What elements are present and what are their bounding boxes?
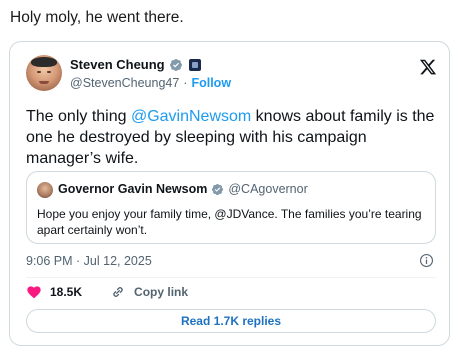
author-avatar[interactable]	[26, 55, 62, 91]
tweet-text-part: The only thing	[26, 108, 131, 125]
verified-badge-icon	[169, 58, 182, 71]
tweet-timestamp[interactable]: 9:06 PM · Jul 12, 2025	[26, 254, 152, 268]
verified-badge-icon	[212, 183, 224, 195]
like-button[interactable]: 18.5K	[26, 284, 82, 300]
quoted-author-name: Governor Gavin Newsom	[58, 182, 208, 196]
divider	[26, 277, 436, 278]
separator-dot: ·	[183, 76, 188, 90]
author-name[interactable]: Steven Cheung	[70, 57, 165, 72]
tweet-text: The only thing @GavinNewsom knows about …	[26, 106, 436, 169]
copy-link-label: Copy link	[134, 285, 189, 299]
post-intro-text: Holy moly, he went there.	[10, 9, 184, 26]
link-icon	[113, 287, 123, 297]
read-replies-button[interactable]: Read 1.7K replies	[26, 309, 436, 333]
info-icon[interactable]	[419, 253, 434, 268]
quoted-author-row: Governor Gavin Newsom @CAgovernor	[58, 182, 308, 196]
follow-button[interactable]: Follow	[191, 76, 231, 90]
author-name-row: Steven Cheung	[70, 57, 201, 72]
quoted-tweet[interactable]: Governor Gavin Newsom @CAgovernor Hope y…	[26, 171, 436, 244]
quoted-tweet-text: Hope you enjoy your family time, @JDVanc…	[37, 207, 422, 237]
author-handle[interactable]: @StevenCheung47	[70, 76, 179, 90]
mention-link[interactable]: @GavinNewsom	[131, 108, 251, 125]
affiliation-badge-icon	[188, 58, 201, 71]
author-handle-row: @StevenCheung47 · Follow	[70, 76, 231, 90]
quoted-author-avatar	[37, 182, 53, 198]
likes-count: 18.5K	[50, 285, 83, 299]
heart-icon	[27, 286, 41, 299]
copy-link-button[interactable]: Copy link	[110, 284, 188, 300]
x-logo-icon[interactable]	[419, 58, 437, 76]
embedded-tweet-card[interactable]: Steven Cheung @StevenCheung47 · Follow T…	[9, 41, 450, 346]
tweet-actions: 18.5K Copy link	[26, 284, 188, 300]
quoted-author-handle: @CAgovernor	[228, 182, 308, 196]
